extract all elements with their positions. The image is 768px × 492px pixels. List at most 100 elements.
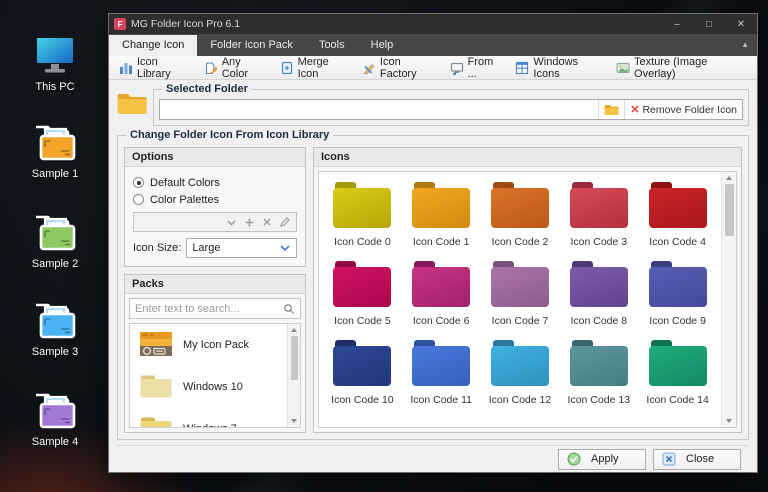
icon-code-label: Icon Code 11	[410, 394, 473, 406]
folder-glyph	[569, 182, 628, 228]
radio-default-colors[interactable]: Default Colors	[133, 174, 297, 191]
browse-folder-button[interactable]	[598, 100, 625, 119]
minimize-button[interactable]: –	[661, 14, 693, 34]
folder-glyph	[333, 340, 392, 386]
desktop-icon-sample-4[interactable]: Sample 4	[14, 388, 96, 448]
apply-button[interactable]: Apply	[558, 448, 646, 470]
icon-size-select[interactable]: Large	[186, 238, 297, 258]
toolbar-label: Merge Icon	[297, 55, 329, 80]
selected-folder-input[interactable]	[160, 100, 599, 119]
icon-cell-icon-code-13[interactable]: Icon Code 13	[568, 340, 630, 406]
close-button[interactable]: ✕	[725, 14, 757, 34]
icons-scroll-thumb[interactable]	[724, 184, 734, 236]
ribbon-toolbar: Icon Library Any Color Merge Icon Icon Fact…	[109, 56, 757, 80]
icon-code-label: Icon Code 12	[488, 394, 552, 406]
apply-check-icon	[567, 452, 581, 466]
icon-cell-icon-code-3[interactable]: Icon Code 3	[569, 182, 628, 248]
icon-cell-icon-code-14[interactable]: Icon Code 14	[646, 340, 709, 406]
pack-item-windows-7[interactable]: Windows 7	[130, 408, 287, 427]
icon-cell-icon-code-11[interactable]: Icon Code 11	[410, 340, 472, 406]
windows-grid-icon	[515, 61, 529, 75]
library-group-label: Change Folder Icon From Icon Library	[126, 129, 334, 141]
desktop-icon-sample-2[interactable]: Sample 2	[14, 210, 96, 270]
scroll-down-icon[interactable]	[291, 419, 297, 423]
bar-chart-icon	[119, 61, 133, 75]
packs-search-input[interactable]	[135, 302, 283, 315]
icons-scrollbar[interactable]	[721, 172, 736, 427]
icon-cell-icon-code-12[interactable]: Icon Code 12	[489, 340, 551, 406]
packs-scroll-thumb[interactable]	[290, 336, 298, 380]
desktop-icon-label: This PC	[35, 81, 75, 93]
folder-glyph	[412, 182, 471, 228]
scroll-up-icon[interactable]	[291, 328, 297, 332]
toolbar-merge-icon[interactable]: Merge Icon	[274, 54, 356, 82]
icon-cell-icon-code-8[interactable]: Icon Code 8	[569, 261, 628, 327]
packs-list: My Icon PackWindows 10Windows 7Windows 1…	[129, 323, 301, 428]
pack-item-windows-10[interactable]: Windows 10	[130, 366, 287, 408]
toolbar-label: Icon Factory	[379, 55, 417, 80]
icon-cell-icon-code-5[interactable]: Icon Code 5	[333, 261, 392, 327]
toolbar-windows-icons[interactable]: Windows Icons	[509, 54, 610, 82]
icon-cell-icon-code-9[interactable]: Icon Code 9	[648, 261, 707, 327]
icon-cell-icon-code-2[interactable]: Icon Code 2	[490, 182, 549, 248]
icon-code-label: Icon Code 13	[567, 394, 631, 406]
palette-combo[interactable]	[133, 212, 297, 232]
pack-label: My Icon Pack	[183, 339, 250, 351]
toolbar-icon-factory[interactable]: Icon Factory	[356, 54, 444, 82]
remove-x-icon: ✕	[630, 104, 640, 116]
packs-search[interactable]	[129, 298, 301, 319]
pack-item-my-icon-pack[interactable]: My Icon Pack	[130, 324, 287, 366]
packs-panel: Packs My Icon PackWindows 10Windows 7Win…	[124, 274, 306, 433]
icon-code-label: Icon Code 14	[646, 394, 709, 406]
pack-label: Windows 10	[183, 381, 243, 393]
desktop-icon-label: Sample 2	[31, 258, 79, 270]
maximize-button[interactable]: □	[693, 14, 725, 34]
icon-cell-icon-code-0[interactable]: Icon Code 0	[333, 182, 392, 248]
icon-size-value: Large	[192, 242, 221, 254]
title-bar[interactable]: F MG Folder Icon Pro 6.1 – □ ✕	[109, 14, 757, 34]
remove-folder-icon-button[interactable]: ✕ Remove Folder Icon	[624, 100, 742, 119]
close-label: Close	[686, 453, 715, 465]
toolbar-label: From ...	[467, 55, 494, 80]
folder-icon	[14, 210, 96, 254]
radio-label: Default Colors	[150, 176, 220, 189]
packs-header: Packs	[125, 275, 305, 294]
close-dialog-button[interactable]: Close	[653, 448, 741, 470]
icon-code-label: Icon Code 1	[412, 236, 470, 248]
library-group: Change Folder Icon From Icon Library Opt…	[117, 129, 749, 440]
icon-code-label: Icon Code 9	[649, 315, 706, 327]
folder-glyph	[569, 340, 628, 386]
selected-folder-label: Selected Folder	[162, 83, 252, 95]
add-palette-icon	[245, 218, 254, 226]
radio-button-icon	[133, 194, 144, 205]
merge-doc-icon	[280, 61, 294, 75]
chevron-down-icon	[227, 220, 236, 225]
folder-glyph	[333, 261, 392, 307]
icon-cell-icon-code-4[interactable]: Icon Code 4	[648, 182, 707, 248]
scroll-up-icon[interactable]	[726, 176, 732, 180]
desktop-icon-sample-3[interactable]: Sample 3	[14, 298, 96, 358]
icon-cell-icon-code-1[interactable]: Icon Code 1	[412, 182, 471, 248]
icon-code-label: Icon Code 0	[334, 236, 391, 248]
icon-cell-icon-code-6[interactable]: Icon Code 6	[412, 261, 471, 327]
folder-icon	[14, 388, 96, 432]
toolbar-texture-image-overlay[interactable]: Texture (Image Overlay)	[610, 54, 753, 82]
options-header: Options	[125, 148, 305, 167]
toolbar-from[interactable]: From ...	[444, 54, 510, 82]
folder-glyph	[569, 261, 628, 307]
packs-scrollbar[interactable]	[287, 324, 300, 427]
icon-code-label: Icon Code 3	[570, 236, 628, 248]
scroll-down-icon[interactable]	[726, 419, 732, 423]
delete-palette-icon	[263, 218, 271, 226]
toolbar-any-color[interactable]: Any Color	[198, 54, 274, 82]
toolbar-icon-library[interactable]: Icon Library	[113, 54, 198, 82]
folder-glyph	[648, 340, 707, 386]
desktop-icon-sample-1[interactable]: Sample 1	[14, 120, 96, 180]
desktop-icon-this-pc[interactable]: This PC	[14, 33, 96, 93]
pack-folder-icon	[139, 414, 173, 427]
desktop-icon-label: Sample 1	[31, 168, 79, 180]
icon-code-label: Icon Code 6	[412, 315, 470, 327]
icon-cell-icon-code-7[interactable]: Icon Code 7	[490, 261, 549, 327]
radio-color-palettes[interactable]: Color Palettes	[133, 191, 297, 208]
icon-cell-icon-code-10[interactable]: Icon Code 10	[331, 340, 394, 406]
